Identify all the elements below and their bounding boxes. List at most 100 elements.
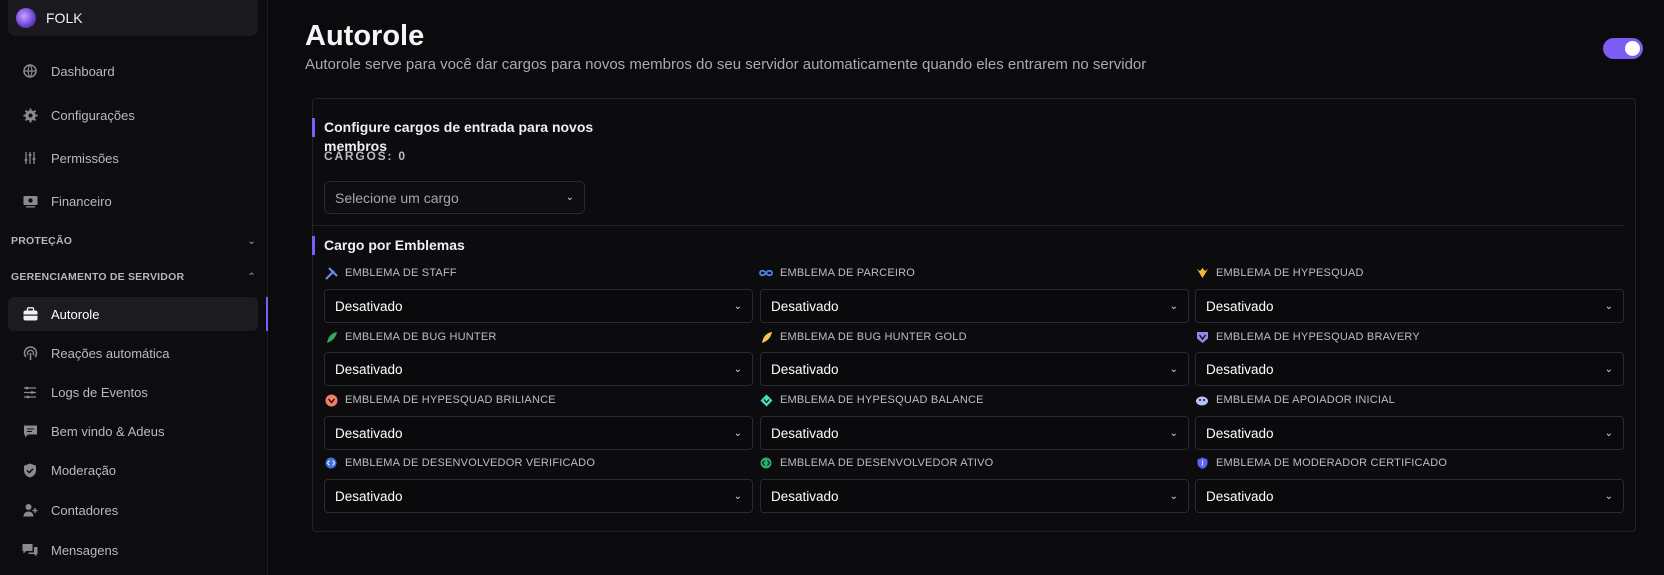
badges-heading: Cargo por Emblemas	[312, 236, 612, 255]
chevron-down-icon: ⌄	[733, 300, 742, 312]
role-select-placeholder: Selecione um cargo	[335, 189, 459, 206]
briefcase-icon	[22, 306, 38, 322]
cert-mod-icon	[1195, 456, 1209, 470]
badge-label-balance: EMBLEMA DE HYPESQUAD BALANCE	[759, 393, 984, 407]
bug-hunter-icon	[324, 330, 338, 344]
balance-icon	[759, 393, 773, 407]
badge-label-parceiro: EMBLEMA DE PARCEIRO	[759, 266, 915, 280]
chevron-down-icon: ⌄	[733, 490, 742, 502]
sidebar-item-label: Configurações	[51, 107, 135, 123]
sidebar-item-moderacao[interactable]: Moderação	[8, 453, 258, 487]
chevron-down-icon: ⌄	[565, 192, 574, 203]
sidebar-item-label: Permissões	[51, 150, 119, 166]
sidebar-item-logs[interactable]: Logs de Eventos	[8, 375, 258, 409]
badge-label-hypesquad: EMBLEMA DE HYPESQUAD	[1195, 266, 1364, 280]
sidebar-item-dashboard[interactable]: Dashboard	[8, 54, 258, 88]
early-supporter-icon	[1195, 393, 1209, 407]
sidebar-item-contadores[interactable]: Contadores	[8, 493, 258, 527]
page-title: Autorole	[305, 20, 425, 52]
user-plus-icon	[22, 502, 38, 518]
section-gerenciamento[interactable]: GERENCIAMENTO DE SERVIDOR ⌃	[11, 271, 256, 283]
chevron-down-icon: ⌄	[1169, 427, 1178, 439]
messages-icon	[22, 542, 38, 558]
sidebar-item-label: Logs de Eventos	[51, 384, 148, 400]
sidebar-item-reacoes[interactable]: Reações automática	[8, 336, 258, 370]
sidebar-item-configuracoes[interactable]: Configurações	[8, 98, 258, 132]
brilliance-icon	[324, 393, 338, 407]
badge-select-staff[interactable]: Desativado ⌄	[324, 289, 753, 323]
badge-label-cert-mod: EMBLEMA DE MODERADOR CERTIFICADO	[1195, 456, 1447, 470]
shield-check-icon	[22, 462, 38, 478]
role-select[interactable]: Selecione um cargo ⌄	[324, 181, 585, 214]
active-dev-icon	[759, 456, 773, 470]
badge-select-active-dev[interactable]: Desativado ⌄	[760, 479, 1189, 513]
money-icon	[22, 193, 38, 209]
chevron-down-icon: ⌄	[733, 363, 742, 375]
badge-label-brilliance: EMBLEMA DE HYPESQUAD BRILIANCE	[324, 393, 556, 407]
entry-roles-heading: Configure cargos de entrada para novos m…	[312, 118, 612, 154]
active-indicator	[266, 297, 268, 331]
chevron-down-icon: ⌄	[1604, 300, 1613, 312]
sidebar-item-autorole[interactable]: Autorole	[8, 297, 258, 331]
badge-select-verified-dev[interactable]: Desativado ⌄	[324, 479, 753, 513]
sidebar-item-label: Dashboard	[51, 63, 115, 79]
badge-select-bravery[interactable]: Desativado ⌄	[1195, 352, 1624, 386]
chevron-down-icon: ⌄	[1604, 427, 1613, 439]
badge-select-hypesquad[interactable]: Desativado ⌄	[1195, 289, 1624, 323]
section-protecao[interactable]: PROTEÇÃO ⌄	[11, 235, 256, 247]
server-switcher[interactable]: FOLK	[8, 0, 258, 36]
sidebar-item-mensagens[interactable]: Mensagens	[8, 533, 258, 567]
server-name: FOLK	[46, 10, 83, 26]
autorole-toggle[interactable]	[1603, 38, 1643, 59]
server-avatar	[16, 8, 36, 28]
hypesquad-icon	[1195, 266, 1209, 280]
sidebar-item-label: Contadores	[51, 502, 119, 518]
page-subtitle: Autorole serve para você dar cargos para…	[305, 56, 1147, 73]
chevron-down-icon: ⌄	[1169, 490, 1178, 502]
sidebar-item-permissoes[interactable]: Permissões	[8, 141, 258, 175]
chevron-down-icon: ⌄	[1604, 490, 1613, 502]
badge-select-balance[interactable]: Desativado ⌄	[760, 416, 1189, 450]
badge-label-early-supporter: EMBLEMA DE APOIADOR INICIAL	[1195, 393, 1395, 407]
sidebar-item-label: Mensagens	[51, 542, 119, 558]
list-icon	[22, 384, 38, 400]
chevron-down-icon: ⌄	[1169, 363, 1178, 375]
infinity-icon	[759, 266, 773, 280]
divider	[313, 225, 1625, 226]
chat-icon	[22, 423, 38, 439]
sidebar-item-label: Financeiro	[51, 193, 112, 209]
badge-label-bravery: EMBLEMA DE HYPESQUAD BRAVERY	[1195, 330, 1420, 344]
badge-select-early-supporter[interactable]: Desativado ⌄	[1195, 416, 1624, 450]
staff-tools-icon	[324, 266, 338, 280]
badge-select-brilliance[interactable]: Desativado ⌄	[324, 416, 753, 450]
bravery-icon	[1195, 330, 1209, 344]
bug-hunter-gold-icon	[759, 330, 773, 344]
sliders-icon	[22, 150, 38, 166]
badge-select-parceiro[interactable]: Desativado ⌄	[760, 289, 1189, 323]
chevron-up-icon: ⌃	[247, 271, 256, 283]
badge-select-bug-hunter[interactable]: Desativado ⌄	[324, 352, 753, 386]
chevron-down-icon: ⌄	[733, 427, 742, 439]
sidebar-item-label: Autorole	[51, 306, 100, 322]
sidebar-item-bem-vindo[interactable]: Bem vindo & Adeus	[8, 414, 258, 448]
reaction-icon	[22, 345, 38, 361]
badge-select-cert-mod[interactable]: Desativado ⌄	[1195, 479, 1624, 513]
gear-icon	[22, 107, 38, 123]
badge-label-verified-dev: EMBLEMA DE DESENVOLVEDOR VERIFICADO	[324, 456, 595, 470]
sidebar-item-financeiro[interactable]: Financeiro	[8, 184, 258, 218]
sidebar-item-label: Bem vindo & Adeus	[51, 423, 165, 439]
badge-select-bug-hunter-gold[interactable]: Desativado ⌄	[760, 352, 1189, 386]
verified-dev-icon	[324, 456, 338, 470]
badge-label-bug-hunter-gold: EMBLEMA DE BUG HUNTER GOLD	[759, 330, 967, 344]
globe-icon	[22, 63, 38, 79]
chevron-down-icon: ⌄	[247, 235, 256, 247]
badge-label-bug-hunter: EMBLEMA DE BUG HUNTER	[324, 330, 497, 344]
chevron-down-icon: ⌄	[1604, 363, 1613, 375]
chevron-down-icon: ⌄	[1169, 300, 1178, 312]
badge-label-active-dev: EMBLEMA DE DESENVOLVEDOR ATIVO	[759, 456, 993, 470]
roles-count: CARGOS: 0	[324, 149, 407, 163]
sidebar: FOLK Dashboard Configurações Permissões …	[0, 0, 268, 575]
badge-label-staff: EMBLEMA DE STAFF	[324, 266, 457, 280]
toggle-knob	[1625, 41, 1640, 56]
sidebar-item-label: Reações automática	[51, 345, 170, 361]
